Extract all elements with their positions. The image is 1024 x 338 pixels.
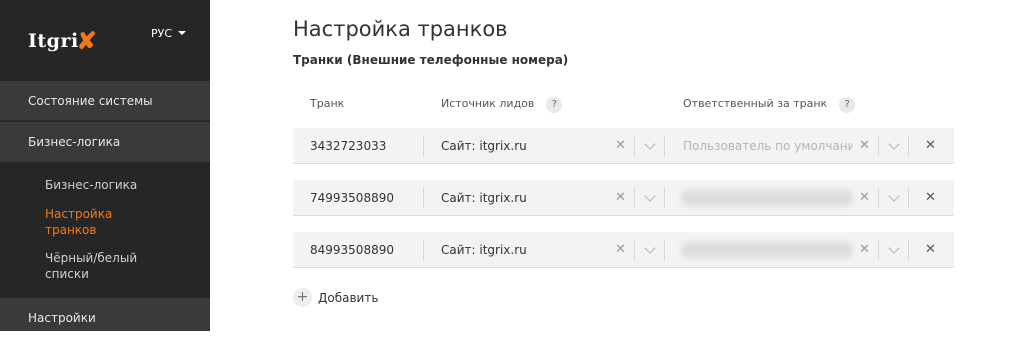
clear-source-icon[interactable]: ✕ — [615, 190, 626, 205]
divider — [908, 188, 909, 208]
lead-source-select[interactable]: Сайт: itgrix.ru — [441, 139, 527, 153]
help-icon[interactable]: ? — [546, 97, 563, 113]
divider — [664, 240, 665, 260]
divider — [664, 188, 665, 208]
divider — [908, 136, 909, 156]
responsible-select[interactable]: Пользователь по умолчани — [683, 139, 853, 153]
divider — [878, 240, 879, 260]
sub-item-black-white-lists[interactable]: Чёрный/белый списки — [45, 250, 155, 282]
add-trunk-button[interactable]: + Добавить — [293, 287, 378, 307]
sub-item-trunk-settings[interactable]: Настройка транков — [45, 206, 145, 238]
divider — [634, 136, 635, 156]
clear-responsible-icon[interactable]: ✕ — [859, 138, 870, 153]
divider — [423, 136, 424, 156]
delete-row-icon[interactable]: ✕ — [925, 190, 936, 205]
trunk-number: 84993508890 — [310, 243, 394, 257]
column-header-responsible-label: Ответственный за транк — [683, 97, 828, 110]
clear-source-icon[interactable]: ✕ — [615, 138, 626, 153]
lead-source-select[interactable]: Сайт: itgrix.ru — [441, 191, 527, 205]
section-subtitle: Транки (Внешние телефонные номера) — [293, 53, 569, 67]
chevron-down-icon[interactable] — [644, 138, 656, 150]
language-label: РУС — [151, 27, 173, 40]
chevron-down-icon[interactable] — [888, 138, 900, 150]
logo-x-icon: ✘ — [76, 26, 98, 55]
table-row: 84993508890 Сайт: itgrix.ru ✕ ✕ ✕ — [293, 232, 954, 268]
column-header-trunk: Транк — [310, 97, 345, 110]
add-label: Добавить — [318, 290, 379, 305]
lead-source-select[interactable]: Сайт: itgrix.ru — [441, 243, 527, 257]
divider — [634, 188, 635, 208]
nav-item-business-logic[interactable]: Бизнес-логика — [0, 122, 210, 162]
divider — [634, 240, 635, 260]
sub-item-business-logic[interactable]: Бизнес-логика — [45, 177, 195, 193]
divider — [908, 240, 909, 260]
divider — [423, 188, 424, 208]
divider — [878, 188, 879, 208]
chevron-down-icon[interactable] — [644, 242, 656, 254]
divider — [664, 136, 665, 156]
divider — [878, 136, 879, 156]
nav-item-settings[interactable]: Настройки — [0, 298, 210, 331]
column-header-source-label: Источник лидов — [441, 97, 535, 110]
table-row: 3432723033 Сайт: itgrix.ru ✕ Пользовател… — [293, 128, 954, 164]
language-selector[interactable]: РУС — [151, 27, 187, 40]
trunk-number: 74993508890 — [310, 191, 394, 205]
responsible-select-redacted[interactable] — [681, 190, 853, 206]
clear-responsible-icon[interactable]: ✕ — [859, 190, 870, 205]
trunk-number: 3432723033 — [310, 139, 387, 153]
logo-text: Itgri — [28, 30, 79, 52]
sidebar: Itgri✘ РУС Состояние системы Бизнес-логи… — [0, 0, 210, 331]
plus-icon: + — [293, 288, 312, 307]
column-header-source: Источник лидов? — [441, 97, 563, 113]
logo[interactable]: Itgri✘ — [28, 24, 98, 55]
page-title: Настройка транков — [293, 17, 508, 41]
main-content: Настройка транков Транки (Внешние телефо… — [210, 0, 1024, 331]
help-icon[interactable]: ? — [839, 97, 856, 113]
clear-responsible-icon[interactable]: ✕ — [859, 242, 870, 257]
nav-item-system-status[interactable]: Состояние системы — [0, 81, 210, 121]
chevron-down-icon[interactable] — [888, 190, 900, 202]
chevron-down-icon[interactable] — [644, 190, 656, 202]
table-row: 74993508890 Сайт: itgrix.ru ✕ ✕ ✕ — [293, 180, 954, 216]
caret-down-icon — [178, 31, 187, 35]
responsible-select-redacted[interactable] — [681, 242, 853, 258]
clear-source-icon[interactable]: ✕ — [615, 242, 626, 257]
delete-row-icon[interactable]: ✕ — [925, 242, 936, 257]
divider — [423, 240, 424, 260]
chevron-down-icon[interactable] — [888, 242, 900, 254]
column-header-responsible: Ответственный за транк? — [683, 97, 856, 113]
delete-row-icon[interactable]: ✕ — [925, 138, 936, 153]
